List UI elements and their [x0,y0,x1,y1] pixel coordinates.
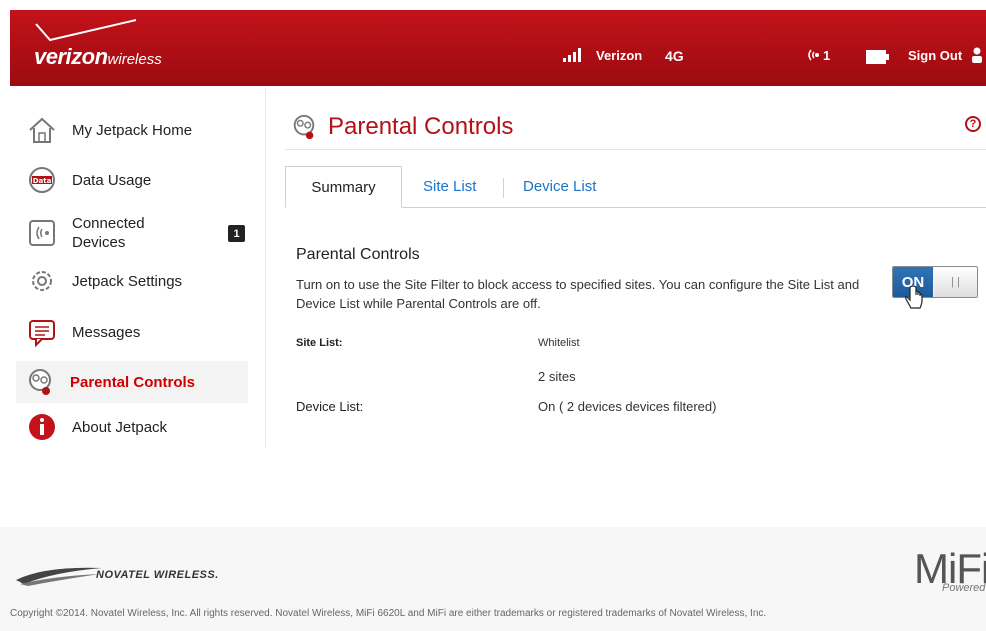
section-description: Turn on to use the Site Filter to block … [296,277,860,311]
sidebar-item-my-jetpack-home[interactable]: My Jetpack Home [18,109,248,151]
hand-cursor-icon [905,286,923,309]
verizon-logo[interactable]: verizonwireless [34,44,162,70]
carrier-name: Verizon [596,48,643,63]
signal-icon [563,48,589,65]
page-title: Parental Controls [328,113,514,140]
connected-devices-badge: 1 [228,225,245,242]
toggle-knob[interactable]: | | [934,267,977,297]
sidebar-item-data-usage[interactable]: Data Data Usage [18,159,248,201]
powered-text: Powered [942,582,986,594]
sign-out-link[interactable]: Sign Out [908,48,962,63]
device-list-value: On ( 2 devices devices filtered) [538,399,717,414]
novatel-logo-text: NOVATEL WIRELESS. [96,569,219,581]
sidebar-item-label: Parental Controls [70,373,196,391]
tab-bar: Summary Site List Device List [285,166,986,208]
sidebar-item-jetpack-settings[interactable]: Jetpack Settings [18,260,248,302]
connected-devices-icon [26,217,58,249]
tab-separator [503,178,504,198]
connected-devices-status-icon[interactable] [805,48,821,65]
help-icon[interactable]: ? [965,116,981,132]
site-list-label: Site List: [296,337,343,349]
message-icon [26,316,58,348]
user-icon[interactable] [971,47,983,66]
parental-controls-icon [24,366,56,398]
data-usage-icon: Data [26,164,58,196]
battery-icon [866,50,890,67]
tab-site-list[interactable]: Site List [423,166,476,207]
sidebar-item-label: About Jetpack [72,418,168,436]
device-list-label: Device List: [296,399,364,414]
site-list-value: Whitelist [538,337,580,349]
gear-icon [26,265,58,297]
section-title: Parental Controls [296,246,420,263]
sidebar-item-messages[interactable]: Messages [18,311,248,353]
logo-suffix: wireless [107,51,162,68]
house-icon [26,114,58,146]
header-bar: verizonwireless Verizon 4G 1 Sign Out [10,10,986,86]
logo-brand: verizon [34,44,108,69]
site-count-value: 2 sites [538,369,576,384]
svg-text:Data: Data [33,177,52,185]
sidebar-item-label: Connected Devices [72,215,145,251]
sidebar-item-label: Data Usage [72,171,152,189]
sidebar-item-about-jetpack[interactable]: About Jetpack [18,406,248,448]
page-title-row: Parental Controls [290,113,513,141]
sidebar-item-label: Messages [72,323,141,341]
sidebar-item-label: Jetpack Settings [72,272,183,290]
title-divider [285,149,986,150]
sidebar-item-parental-controls[interactable]: Parental Controls [16,361,248,403]
network-type: 4G [665,48,684,64]
novatel-logo-icon [16,567,102,586]
parental-controls-title-icon [290,113,318,141]
info-icon [26,411,58,443]
copyright-text: Copyright ©2014. Novatel Wireless, Inc. … [10,608,767,619]
tab-device-list[interactable]: Device List [523,166,596,207]
connected-count: 1 [823,48,831,63]
sidebar-item-label: My Jetpack Home [72,121,193,139]
tab-summary[interactable]: Summary [285,166,402,208]
sidebar-item-connected-devices[interactable]: Connected Devices 1 [18,212,248,254]
sidebar: My Jetpack Home Data Data Usage Connecte… [10,88,266,448]
